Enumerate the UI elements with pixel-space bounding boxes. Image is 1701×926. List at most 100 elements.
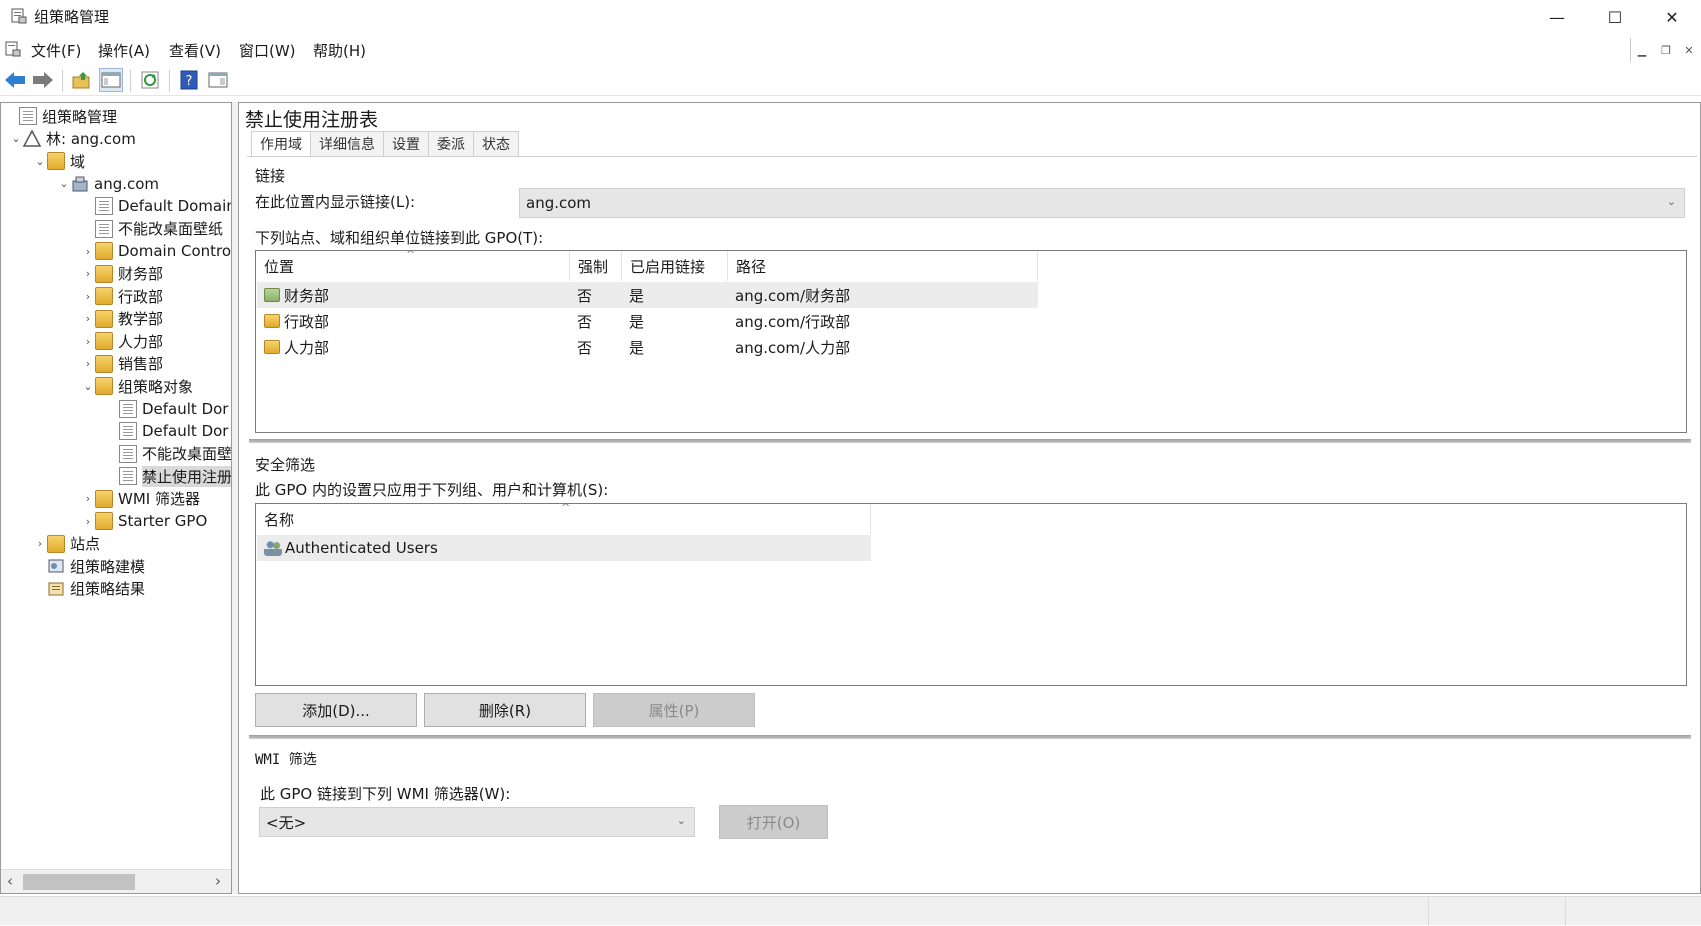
column-header-name[interactable]: 名称 ^ (256, 501, 871, 534)
location-cell: 财务部 (264, 282, 329, 308)
wmi-filter-dropdown[interactable]: <无> ⌄ (259, 807, 695, 837)
table-row[interactable]: 人力部 否 是 ang.com/人力部 (257, 334, 1038, 360)
tree-item-ou[interactable]: › 教学部 (1, 308, 163, 331)
tree-item-ou[interactable]: › 财务部 (1, 263, 163, 286)
tree-expander[interactable]: ⌄ (33, 155, 47, 168)
tree-item-ou[interactable]: › Domain Contro (1, 240, 231, 263)
gpo-icon (119, 467, 137, 486)
tree-item-forest[interactable]: ⌄ 林: ang.com (1, 128, 136, 151)
tree-item-gpm-root[interactable]: 组策略管理 (1, 105, 117, 128)
wmi-filter-icon (95, 489, 113, 508)
tree-item-ou[interactable]: › 销售部 (1, 353, 163, 376)
column-header-enforced[interactable]: 强制 (570, 251, 622, 281)
back-arrow-icon[interactable] (3, 68, 27, 92)
add-button[interactable]: 添加(D)... (255, 693, 417, 727)
menu-action[interactable]: 操作(A) (98, 40, 150, 61)
tree-item-starter-gpo[interactable]: › Starter GPO (1, 510, 207, 533)
forest-icon (22, 129, 42, 148)
tree-expander[interactable]: › (81, 492, 95, 505)
section-splitter[interactable] (249, 735, 1691, 739)
mdi-restore-icon[interactable]: ❐ (1655, 40, 1677, 60)
tree-item-ou[interactable]: › 行政部 (1, 285, 163, 308)
tree-expander[interactable]: › (33, 537, 47, 550)
tree-item-label: 组策略对象 (118, 377, 194, 396)
refresh-icon[interactable] (138, 68, 162, 92)
table-row[interactable]: 财务部 否 是 ang.com/财务部 (257, 282, 1038, 308)
toolbar-separator (130, 70, 131, 92)
console-menu-icon[interactable] (4, 40, 22, 58)
mdi-minimize-icon[interactable]: ▁ (1631, 40, 1653, 60)
tree-expander[interactable]: ⌄ (9, 132, 23, 145)
table-row[interactable]: 行政部 否 是 ang.com/行政部 (257, 308, 1038, 334)
tree-item-label: 销售部 (118, 355, 164, 374)
tree-item-gpo-selected[interactable]: 禁止使用注册 (1, 465, 232, 488)
tree-item-gpo[interactable]: Default Dor (1, 420, 228, 443)
tree-expander[interactable]: › (81, 312, 95, 325)
location-text: 人力部 (284, 338, 330, 357)
tree-expander[interactable]: › (81, 245, 95, 258)
menu-file[interactable]: 文件(F) (31, 40, 81, 61)
tree-expander[interactable]: › (81, 290, 95, 303)
tree-item-results[interactable]: 组策略结果 (1, 578, 145, 601)
tree-expander[interactable]: › (81, 267, 95, 280)
forward-arrow-icon[interactable] (31, 68, 55, 92)
users-group-icon (264, 540, 282, 556)
location-dropdown[interactable]: ang.com ⌄ (519, 188, 1685, 218)
tab-delegation[interactable]: 委派 (428, 131, 474, 156)
path-cell: ang.com/人力部 (735, 338, 851, 357)
menu-window[interactable]: 窗口(W) (239, 40, 296, 61)
tree-item-label: Starter GPO (118, 512, 208, 531)
tree-item-domains[interactable]: ⌄ 域 (1, 150, 85, 173)
tree-item-gpo-container[interactable]: ⌄ 组策略对象 (1, 375, 193, 398)
tree-item-label: 禁止使用注册 (142, 465, 232, 487)
tree-expander[interactable]: ⌄ (57, 177, 71, 190)
scroll-right-arrow-icon[interactable]: › (215, 872, 221, 890)
security-filtering-list[interactable]: 名称 ^ Authenticated Users (255, 501, 1687, 686)
tree-item-gpo-link[interactable]: Default Domain (1, 195, 231, 218)
tree-horizontal-scrollbar[interactable]: ‹ › (1, 869, 231, 893)
mdi-close-icon[interactable]: ✕ (1678, 40, 1700, 60)
tree-item-domain-ang[interactable]: ⌄ ang.com (1, 173, 159, 196)
tab-status[interactable]: 状态 (473, 131, 519, 156)
minimize-button[interactable]: — (1528, 0, 1586, 34)
column-header-path[interactable]: 路径 (728, 251, 1038, 281)
remove-button[interactable]: 删除(R) (424, 693, 586, 727)
properties-button[interactable]: 属性(P) (593, 693, 755, 727)
tab-details[interactable]: 详细信息 (310, 131, 384, 156)
maximize-button[interactable]: ☐ (1586, 0, 1644, 34)
tree-item-gpo-link[interactable]: 不能改桌面壁纸 (1, 218, 223, 241)
scroll-thumb[interactable] (23, 874, 135, 890)
status-bar-separator (1565, 897, 1566, 926)
tree-expander[interactable]: › (81, 335, 95, 348)
tree-expander[interactable]: › (81, 357, 95, 370)
column-header-link-enabled[interactable]: 已启用链接 (622, 251, 728, 281)
tree-item-gpo[interactable]: 不能改桌面壁 (1, 443, 231, 466)
tree-item-sites[interactable]: › 站点 (1, 533, 100, 556)
tab-scope[interactable]: 作用域 (251, 131, 311, 157)
section-splitter[interactable] (249, 439, 1691, 443)
menu-help[interactable]: 帮助(H) (313, 40, 366, 61)
tree-item-modeling[interactable]: 组策略建模 (1, 555, 145, 578)
up-folder-icon[interactable] (70, 68, 94, 92)
tree-expander[interactable]: › (81, 515, 95, 528)
close-button[interactable]: ✕ (1643, 0, 1701, 34)
column-header-location[interactable]: 位置 ^ (256, 248, 570, 281)
location-label: 在此位置内显示链接(L): (255, 193, 416, 211)
menu-view[interactable]: 查看(V) (169, 40, 221, 61)
list-item[interactable]: Authenticated Users (257, 535, 871, 561)
tree-expander[interactable]: ⌄ (81, 380, 95, 393)
console-tree: 组策略管理 ⌄ 林: ang.com ⌄ 域 ⌄ ang.com Default… (0, 102, 232, 894)
tab-settings[interactable]: 设置 (383, 131, 429, 156)
tree-item-wmi-filters[interactable]: › WMI 筛选器 (1, 488, 200, 511)
enabled-cell: 是 (629, 286, 645, 305)
show-hide-console-tree-icon[interactable] (99, 68, 123, 92)
ou-folder-icon (264, 314, 280, 328)
help-icon[interactable]: ? (177, 68, 201, 92)
action-pane-icon[interactable] (206, 68, 230, 92)
open-button[interactable]: 打开(O) (719, 805, 828, 839)
tree-item-gpo[interactable]: Default Dor (1, 398, 228, 421)
ou-folder-icon (95, 264, 113, 283)
links-list[interactable]: 位置 ^ 强制 已启用链接 路径 财务部 否 是 ang.com/财务部 行政部… (255, 248, 1687, 433)
tree-item-ou[interactable]: › 人力部 (1, 330, 163, 353)
scroll-left-arrow-icon[interactable]: ‹ (7, 872, 13, 890)
